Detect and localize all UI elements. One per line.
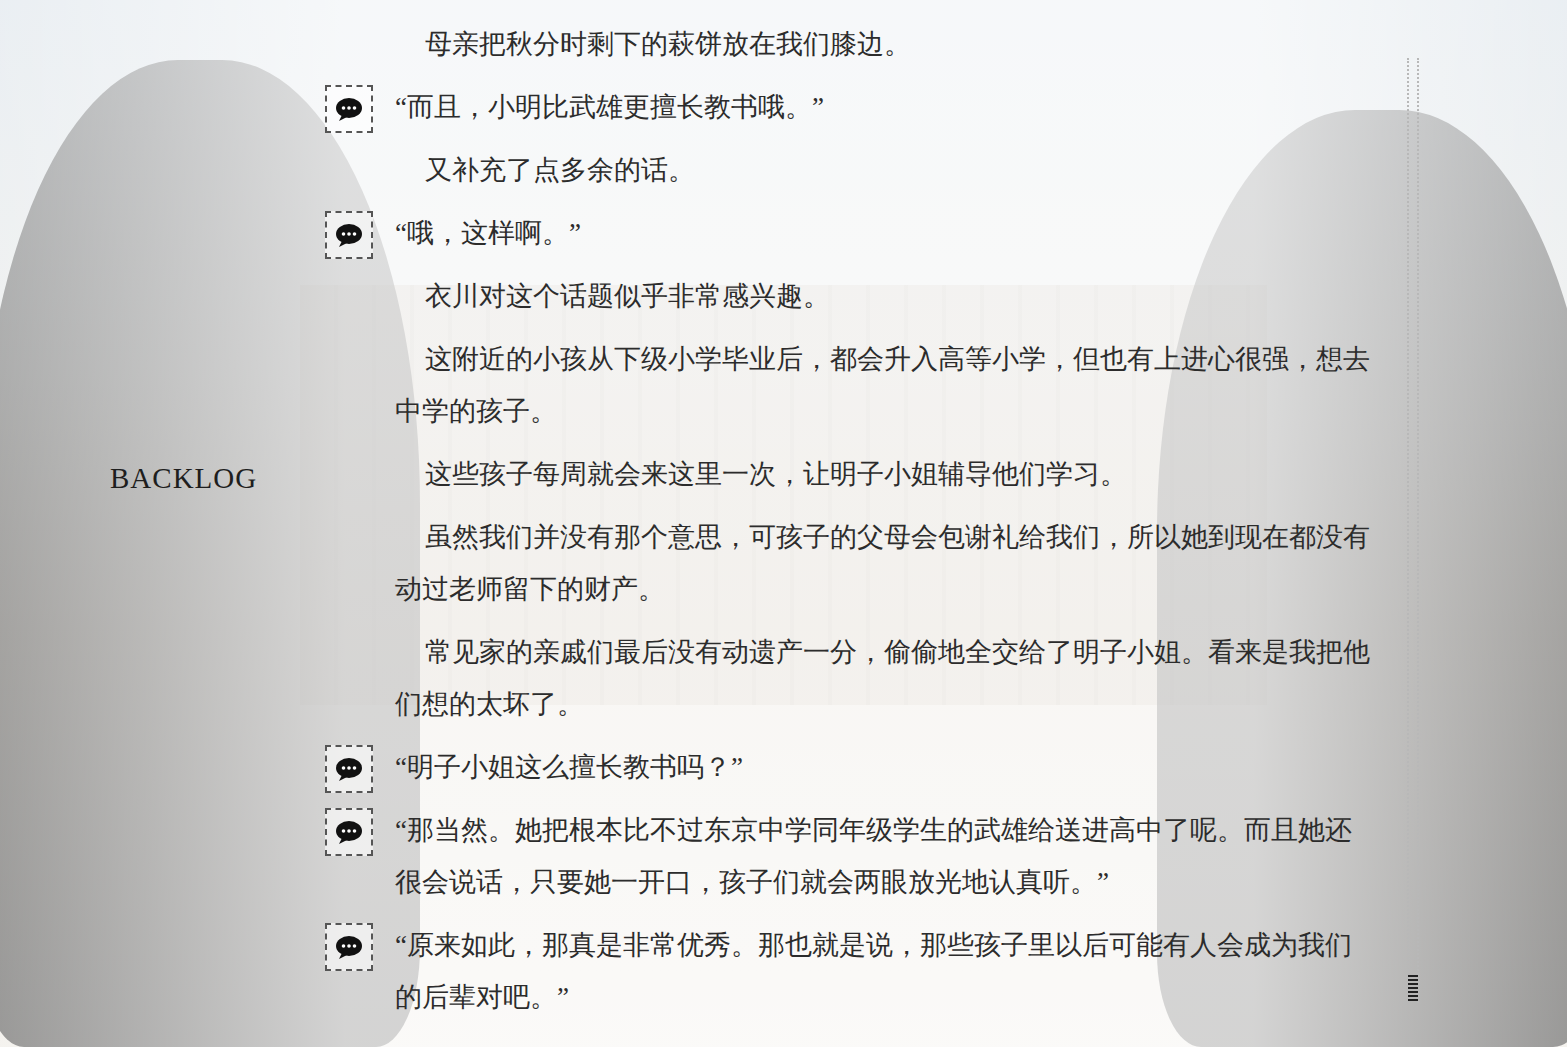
narration-text: 这附近的小孩从下级小学毕业后，都会升入高等小学，但也有上进心很强，想去中学的孩子… <box>395 333 1375 437</box>
voice-replay-button[interactable] <box>325 808 373 856</box>
scrollbar-thumb[interactable] <box>1408 975 1418 1003</box>
dialogue-text: “明子小姐这么擅长教书吗？” <box>395 741 1375 793</box>
backlog-entry: 母亲把秋分时剩下的萩饼放在我们膝边。 <box>325 18 1375 70</box>
scrollbar[interactable] <box>1407 58 1419 1003</box>
speech-bubble-icon <box>334 934 364 960</box>
speech-bubble-icon <box>334 96 364 122</box>
narration-text: 母亲把秋分时剩下的萩饼放在我们膝边。 <box>395 18 1375 70</box>
speech-bubble-icon <box>334 222 364 248</box>
voice-replay-button[interactable] <box>325 745 373 793</box>
backlog-screen: BACKLOG 母亲把秋分时剩下的萩饼放在我们膝边。 “而且，小明比武雄更擅长教书哦… <box>0 0 1567 1047</box>
backlog-entry: 常见家的亲戚们最后没有动遗产一分，偷偷地全交给了明子小姐。看来是我把他们想的太坏… <box>325 626 1375 730</box>
narration-text: 常见家的亲戚们最后没有动遗产一分，偷偷地全交给了明子小姐。看来是我把他们想的太坏… <box>395 626 1375 730</box>
speech-bubble-icon <box>334 819 364 845</box>
backlog-entry: “原来如此，那真是非常优秀。那也就是说，那些孩子里以后可能有人会成为我们的后辈对… <box>325 919 1375 1023</box>
backlog-entry: “那当然。她把根本比不过东京中学同年级学生的武雄给送进高中了呢。而且她还很会说话… <box>325 804 1375 908</box>
narration-text: 又补充了点多余的话。 <box>395 144 1375 196</box>
voice-replay-button[interactable] <box>325 923 373 971</box>
dialogue-text: “那当然。她把根本比不过东京中学同年级学生的武雄给送进高中了呢。而且她还很会说话… <box>395 804 1375 908</box>
backlog-entry: 衣川对这个话题似乎非常感兴趣。 <box>325 270 1375 322</box>
dialogue-text: “哦，这样啊。” <box>395 207 1375 259</box>
dialogue-text: “而且，小明比武雄更擅长教书哦。” <box>395 81 1375 133</box>
backlog-entry: 这附近的小孩从下级小学毕业后，都会升入高等小学，但也有上进心很强，想去中学的孩子… <box>325 333 1375 437</box>
backlog-title: BACKLOG <box>110 462 325 495</box>
backlog-list: 母亲把秋分时剩下的萩饼放在我们膝边。 “而且，小明比武雄更擅长教书哦。” 又补充了点… <box>325 0 1375 1047</box>
speech-bubble-icon <box>334 756 364 782</box>
voice-replay-button[interactable] <box>325 85 373 133</box>
backlog-entry: 虽然我们并没有那个意思，可孩子的父母会包谢礼给我们，所以她到现在都没有动过老师留… <box>325 511 1375 615</box>
narration-text: 衣川对这个话题似乎非常感兴趣。 <box>395 270 1375 322</box>
voice-replay-button[interactable] <box>325 211 373 259</box>
dialogue-text: “原来如此，那真是非常优秀。那也就是说，那些孩子里以后可能有人会成为我们的后辈对… <box>395 919 1375 1023</box>
backlog-entry: 又补充了点多余的话。 <box>325 144 1375 196</box>
backlog-entry: 这些孩子每周就会来这里一次，让明子小姐辅导他们学习。 <box>325 448 1375 500</box>
backlog-entry: “明子小姐这么擅长教书吗？” <box>325 741 1375 793</box>
backlog-entry: “哦，这样啊。” <box>325 207 1375 259</box>
backlog-entry: “而且，小明比武雄更擅长教书哦。” <box>325 81 1375 133</box>
narration-text: 这些孩子每周就会来这里一次，让明子小姐辅导他们学习。 <box>395 448 1375 500</box>
narration-text: 虽然我们并没有那个意思，可孩子的父母会包谢礼给我们，所以她到现在都没有动过老师留… <box>395 511 1375 615</box>
